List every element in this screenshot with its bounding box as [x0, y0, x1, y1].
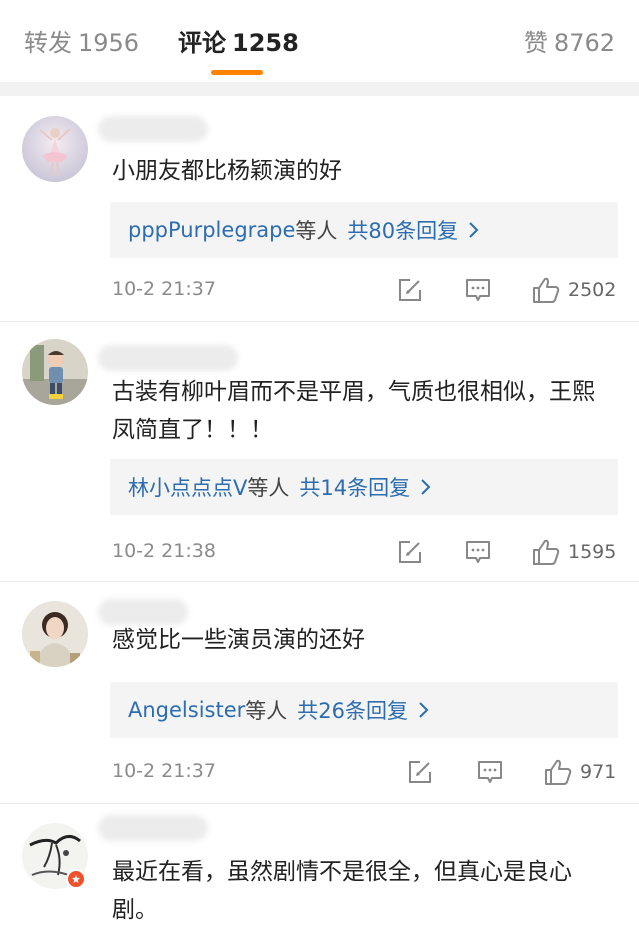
verified-badge-icon — [66, 869, 86, 889]
reply-summary[interactable]: Angelsister 等人 共26条回复 — [110, 682, 618, 738]
reply-users-suffix: 等人 — [245, 699, 288, 723]
tab-forwards-count: 1956 — [78, 29, 140, 57]
like-count: 2502 — [568, 279, 617, 301]
comment-item: 感觉比一些演员演的还好 Angelsister 等人 共26条回复 10-2 21:37… — [0, 581, 639, 804]
tab-likes-label: 赞 — [523, 29, 548, 57]
tab-likes-count: 8762 — [553, 29, 615, 57]
comment-text: 小朋友都比杨颖演的好 — [112, 158, 342, 184]
edit-icon — [409, 761, 431, 783]
like-button[interactable]: 1595 — [532, 536, 616, 568]
reply-count[interactable]: 共80条回复 — [347, 215, 458, 245]
reply-count[interactable]: 共26条回复 — [297, 695, 408, 725]
tab-forwards[interactable]: 转发 1956 — [24, 26, 139, 60]
comment-text: 最近在看，虽然剧情不是很全，但真心是良心剧。 — [112, 859, 572, 923]
thumbs-up-icon — [545, 759, 572, 785]
woman-avatar[interactable] — [22, 601, 88, 667]
comment-item: 小朋友都比杨颖演的好 pppPurplegrape 等人 共80条回复 10-2… — [0, 96, 639, 322]
repost-button[interactable] — [407, 756, 433, 788]
reply-summary[interactable]: pppPurplegrape 等人 共80条回复 — [110, 202, 618, 258]
repost-button[interactable] — [397, 536, 423, 568]
comment-icon — [466, 541, 490, 563]
reply-button[interactable] — [477, 756, 503, 788]
comment-text: 古装有柳叶眉而不是平眉，气质也很相似，王熙凤简直了！！！ — [112, 379, 595, 443]
chevron-right-icon — [469, 222, 479, 238]
chevron-right-icon — [421, 479, 431, 495]
tab-forwards-label: 转发 — [24, 29, 72, 57]
reply-summary[interactable]: 林小点点点V 等人 共14条回复 — [110, 459, 618, 515]
active-tab-indicator — [211, 70, 263, 75]
comment-meta: 10-2 21:37 2502 — [112, 274, 621, 308]
thumbs-up-icon — [533, 539, 560, 565]
reply-users-suffix: 等人 — [247, 476, 290, 500]
comment-tab-bar: 转发 1956 评论 1258 赞 8762 — [0, 0, 639, 82]
thumbs-up-icon — [533, 277, 560, 303]
comment-item: 最近在看，虽然剧情不是很全，但真心是良心剧。 — [0, 803, 639, 933]
reply-users-suffix: 等人 — [295, 219, 338, 243]
comment-list: 小朋友都比杨颖演的好 pppPurplegrape 等人 共80条回复 10-2… — [0, 96, 639, 923]
section-divider — [0, 82, 639, 96]
tab-comments-count: 1258 — [232, 29, 299, 57]
like-button[interactable]: 2502 — [532, 274, 616, 306]
tab-likes[interactable]: 赞 8762 — [524, 26, 615, 60]
username-blurred[interactable] — [98, 116, 208, 142]
reply-users[interactable]: pppPurplegrape — [128, 218, 295, 242]
reply-users[interactable]: Angelsister — [128, 698, 245, 722]
username-blurred[interactable] — [98, 345, 238, 371]
reply-users[interactable]: 林小点点点V — [128, 472, 247, 502]
comment-meta: 10-2 21:38 1595 — [112, 536, 621, 570]
child-avatar[interactable] — [22, 339, 88, 405]
like-count: 1595 — [568, 541, 617, 563]
comment-time: 10-2 21:37 — [112, 278, 216, 300]
repost-button[interactable] — [397, 274, 423, 306]
edit-icon — [399, 279, 421, 301]
chevron-right-icon — [419, 702, 429, 718]
reply-button[interactable] — [465, 536, 491, 568]
edit-icon — [399, 541, 421, 563]
comment-icon — [466, 279, 490, 301]
comment-item: 古装有柳叶眉而不是平眉，气质也很相似，王熙凤简直了！！！ 林小点点点V 等人 共14条… — [0, 321, 639, 582]
comment-icon — [478, 761, 502, 783]
username-blurred[interactable] — [98, 815, 208, 841]
reply-count[interactable]: 共14条回复 — [299, 472, 410, 502]
like-button[interactable]: 971 — [544, 756, 616, 788]
reply-button[interactable] — [465, 274, 491, 306]
comment-time: 10-2 21:38 — [112, 540, 216, 562]
tab-comments-label: 评论 — [178, 29, 226, 57]
ballerina-avatar[interactable] — [22, 116, 88, 182]
comment-text: 感觉比一些演员演的还好 — [112, 627, 365, 653]
tab-comments[interactable]: 评论 1258 — [178, 26, 299, 60]
comment-meta: 10-2 21:37 971 — [112, 756, 621, 790]
like-count: 971 — [580, 761, 617, 783]
comment-time: 10-2 21:37 — [112, 760, 216, 782]
